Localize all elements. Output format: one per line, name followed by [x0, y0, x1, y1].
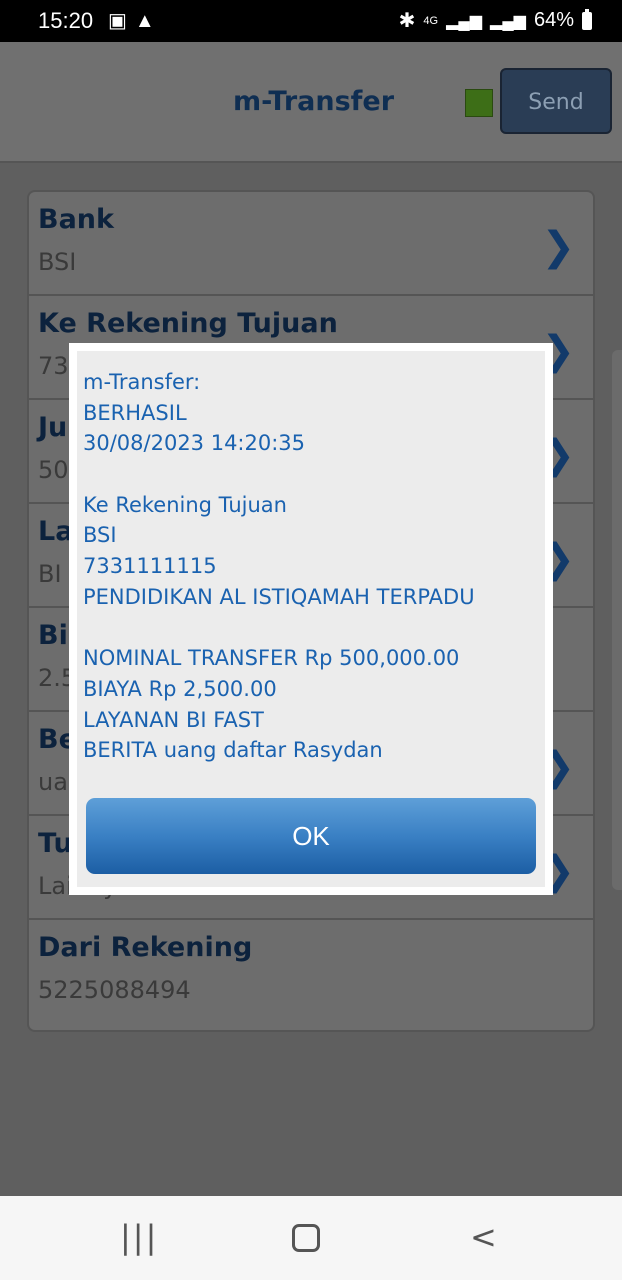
- 4g-icon: 4G: [423, 14, 439, 27]
- dialog-body: m-Transfer: BERHASIL 30/08/2023 14:20:35…: [77, 351, 545, 887]
- message-line: [83, 459, 539, 490]
- signal-icon: ▂▄▆: [446, 12, 483, 30]
- row-value: 73: [38, 352, 69, 380]
- status-time: 15:20: [38, 8, 94, 33]
- message-line: LAYANAN BI FAST: [83, 707, 264, 732]
- ok-button[interactable]: OK: [86, 798, 536, 874]
- message-line: PENDIDIKAN AL ISTIQAMAH TERPADU: [83, 584, 475, 609]
- row-label: Ke Rekening Tujuan: [38, 308, 338, 339]
- send-button[interactable]: Send: [500, 68, 612, 134]
- message-line: 7331111115: [83, 554, 217, 579]
- home-icon[interactable]: [292, 1218, 320, 1260]
- app-header: m-Transfer Send: [0, 42, 622, 163]
- row-label: Dari Rekening: [38, 932, 253, 963]
- row-value: 50: [38, 456, 69, 484]
- message-line: 30/08/2023 14:20:35: [83, 431, 306, 456]
- row-value: BSI: [38, 248, 77, 276]
- result-dialog: m-Transfer: BERHASIL 30/08/2023 14:20:35…: [69, 343, 553, 895]
- message-line: Ke Rekening Tujuan: [83, 492, 287, 517]
- message-line: BIAYA Rp 2,500.00: [83, 676, 277, 701]
- battery-icon: [582, 8, 592, 30]
- page-title: m-Transfer: [233, 86, 395, 117]
- row-value: BI: [38, 560, 62, 588]
- signal-icon: ▂▄▆: [490, 12, 526, 30]
- message-line: m-Transfer:: [83, 370, 201, 394]
- form-row-source-account[interactable]: Dari Rekening 5225088494: [29, 920, 593, 1024]
- message-line: BERHASIL: [83, 400, 187, 425]
- row-value: ua: [38, 768, 68, 796]
- chevron-right-icon: ❯: [541, 224, 575, 270]
- row-label: Tu: [38, 828, 73, 859]
- dialog-message: m-Transfer: BERHASIL 30/08/2023 14:20:35…: [83, 367, 539, 766]
- status-indicator: [465, 89, 493, 117]
- form-row-bank[interactable]: Bank BSI ❯: [29, 192, 593, 296]
- system-nav-bar: ||| <: [0, 1196, 622, 1280]
- bluetooth-icon: ✱: [398, 10, 416, 32]
- warning-icon: ▲: [134, 10, 163, 32]
- message-line: BSI: [83, 523, 117, 548]
- message-line: [83, 613, 539, 644]
- recent-apps-icon[interactable]: |||: [120, 1218, 158, 1256]
- status-bar: 15:20 ▣▲ ✱ 4G ▂▄▆ ▂▄▆ 64%: [0, 0, 622, 42]
- notification-icon: ▣: [108, 10, 135, 32]
- message-line: NOMINAL TRANSFER Rp 500,000.00: [83, 646, 460, 671]
- row-label: Bi: [38, 620, 68, 651]
- status-right-icons: ✱ 4G ▂▄▆ ▂▄▆ 64%: [399, 8, 592, 33]
- back-icon[interactable]: <: [470, 1218, 497, 1256]
- battery-percent: 64%: [533, 9, 574, 31]
- status-left-icons: ▣▲: [108, 8, 163, 33]
- row-label: Bank: [38, 204, 114, 235]
- row-label: Ju: [38, 412, 68, 443]
- scroll-edge: [612, 350, 622, 890]
- message-line: BERITA uang daftar Rasydan: [83, 738, 383, 763]
- row-value: 5225088494: [38, 976, 191, 1004]
